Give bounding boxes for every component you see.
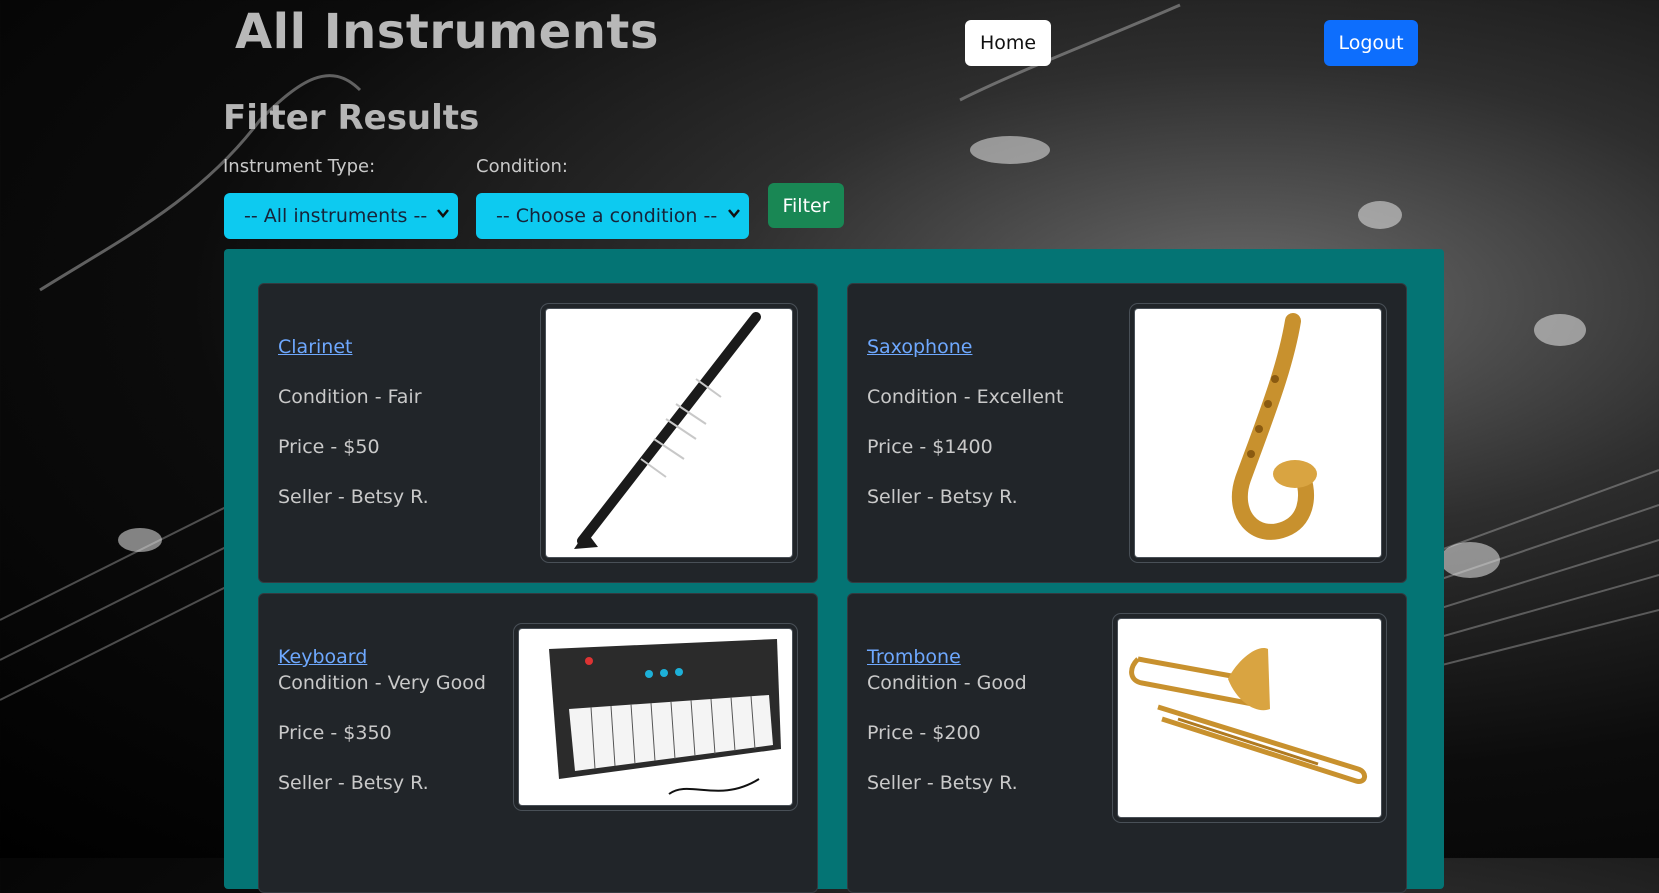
results-panel: Clarinet Condition - Fair Price - $50 Se… xyxy=(224,249,1444,893)
instrument-condition: Condition - Very Good xyxy=(278,672,486,694)
instrument-condition: Condition - Fair xyxy=(278,386,422,408)
condition-value: -- Choose a condition -- xyxy=(496,205,718,227)
instrument-card: Saxophone Condition - Excellent Price - … xyxy=(847,283,1407,583)
instrument-price: Price - $350 xyxy=(278,722,392,744)
saxophone-image xyxy=(1134,308,1382,558)
instrument-condition: Condition - Excellent xyxy=(867,386,1064,408)
instrument-price: Price - $200 xyxy=(867,722,981,744)
instrument-type-label: Instrument Type: xyxy=(223,156,376,177)
instrument-link[interactable]: Clarinet xyxy=(278,336,352,358)
instrument-seller: Seller - Betsy R. xyxy=(278,772,429,794)
condition-label: Condition: xyxy=(476,156,568,177)
instrument-link[interactable]: Saxophone xyxy=(867,336,972,358)
page-title: All Instruments xyxy=(235,4,659,60)
instrument-condition: Condition - Good xyxy=(867,672,1027,694)
instrument-link[interactable]: Trombone xyxy=(867,646,961,668)
instrument-seller: Seller - Betsy R. xyxy=(867,772,1018,794)
instrument-seller: Seller - Betsy R. xyxy=(867,486,1018,508)
instrument-card: Trombone Condition - Good Price - $200 S… xyxy=(847,593,1407,893)
condition-select[interactable]: -- Choose a condition -- xyxy=(476,193,749,239)
instrument-type-value: -- All instruments -- xyxy=(244,205,428,227)
filter-title: Filter Results xyxy=(223,98,480,138)
instrument-card: Keyboard Condition - Very Good Price - $… xyxy=(258,593,818,893)
instrument-price: Price - $1400 xyxy=(867,436,993,458)
instrument-seller: Seller - Betsy R. xyxy=(278,486,429,508)
logout-button[interactable]: Logout xyxy=(1324,20,1418,66)
instrument-link[interactable]: Keyboard xyxy=(278,646,367,668)
keyboard-image xyxy=(518,628,793,806)
clarinet-image xyxy=(545,308,793,558)
instrument-card: Clarinet Condition - Fair Price - $50 Se… xyxy=(258,283,818,583)
trombone-image xyxy=(1117,618,1382,818)
instrument-price: Price - $50 xyxy=(278,436,380,458)
filter-button[interactable]: Filter xyxy=(768,183,844,228)
home-button[interactable]: Home xyxy=(965,20,1051,66)
instrument-type-select[interactable]: -- All instruments -- xyxy=(224,193,458,239)
chevron-down-icon xyxy=(437,209,449,218)
chevron-down-icon xyxy=(728,209,740,218)
